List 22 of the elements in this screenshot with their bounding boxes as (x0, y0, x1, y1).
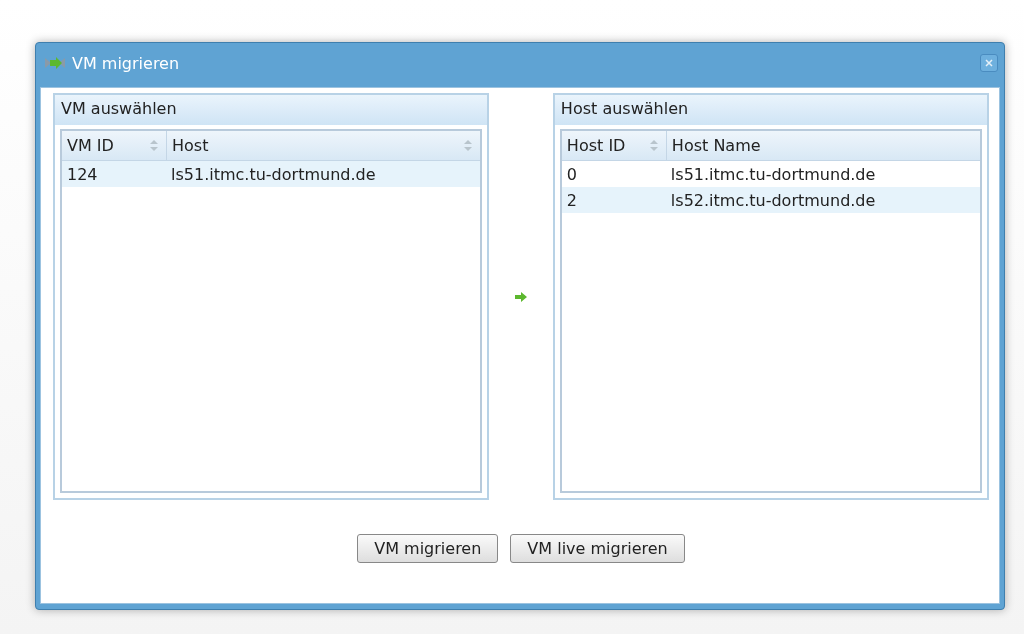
arrow-right-icon (515, 291, 527, 302)
table-row[interactable]: 124 ls51.itmc.tu-dortmund.de (62, 161, 481, 187)
migrate-button[interactable]: VM live migrieren (510, 534, 685, 563)
table-cell-text: 2 (565, 190, 579, 210)
table-cell-text: ls52.itmc.tu-dortmund.de (669, 190, 877, 210)
close-icon (985, 59, 993, 67)
table-cell-text: 0 (565, 164, 579, 184)
migrate-button[interactable]: VM migrieren (357, 534, 499, 563)
panel-title: Host auswählen (554, 95, 987, 125)
migrate-icon (44, 55, 66, 71)
panel-title: VM auswählen (55, 95, 488, 125)
table-cell-text: 124 (66, 164, 99, 184)
column-header[interactable]: Host (166, 131, 481, 160)
window-title: VM migrieren (72, 53, 181, 73)
close-button[interactable] (980, 54, 998, 72)
column-header[interactable]: Host Name (665, 131, 980, 160)
table-row[interactable]: 2 ls52.itmc.tu-dortmund.de (561, 187, 980, 213)
table-cell-text: ls51.itmc.tu-dortmund.de (669, 164, 877, 184)
column-header[interactable]: Host ID (561, 131, 666, 160)
table-row[interactable]: 0 ls51.itmc.tu-dortmund.de (561, 161, 980, 187)
column-header[interactable]: VM ID (62, 131, 166, 160)
table-cell-text: ls51.itmc.tu-dortmund.de (170, 164, 377, 184)
